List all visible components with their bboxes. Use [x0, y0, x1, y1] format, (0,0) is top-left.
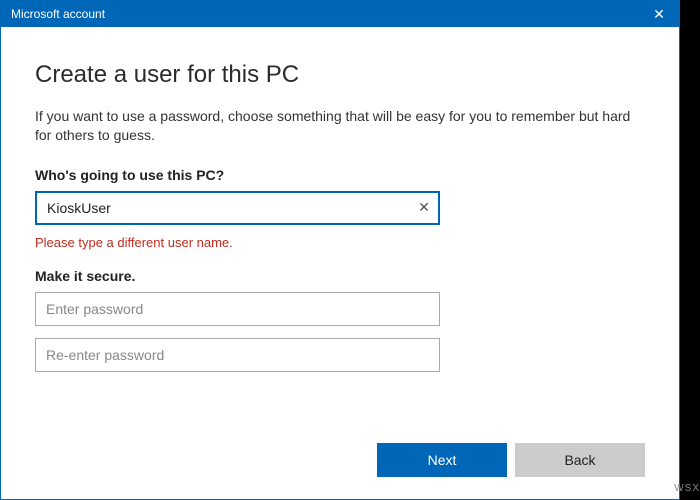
clear-username-button[interactable]: ✕	[414, 198, 434, 218]
dialog-window: Microsoft account ✕ Create a user for th…	[0, 0, 680, 500]
page-title: Create a user for this PC	[35, 61, 645, 89]
username-field-wrap: ✕	[35, 191, 440, 225]
titlebar: Microsoft account ✕	[1, 1, 679, 27]
close-icon: ✕	[653, 6, 665, 23]
username-label: Who's going to use this PC?	[35, 167, 645, 183]
back-button[interactable]: Back	[515, 443, 645, 477]
reenter-password-input[interactable]	[35, 338, 440, 372]
x-icon: ✕	[418, 199, 430, 216]
username-input[interactable]	[35, 191, 440, 225]
content-area: Create a user for this PC If you want to…	[1, 27, 679, 443]
password-input[interactable]	[35, 292, 440, 326]
secure-label: Make it secure.	[35, 268, 645, 284]
next-button[interactable]: Next	[377, 443, 507, 477]
watermark: WSX	[674, 483, 700, 494]
window-title: Microsoft account	[11, 7, 105, 21]
footer: Next Back	[1, 443, 679, 499]
page-description: If you want to use a password, choose so…	[35, 107, 645, 145]
error-message: Please type a different user name.	[35, 235, 645, 250]
close-button[interactable]: ✕	[639, 1, 679, 27]
